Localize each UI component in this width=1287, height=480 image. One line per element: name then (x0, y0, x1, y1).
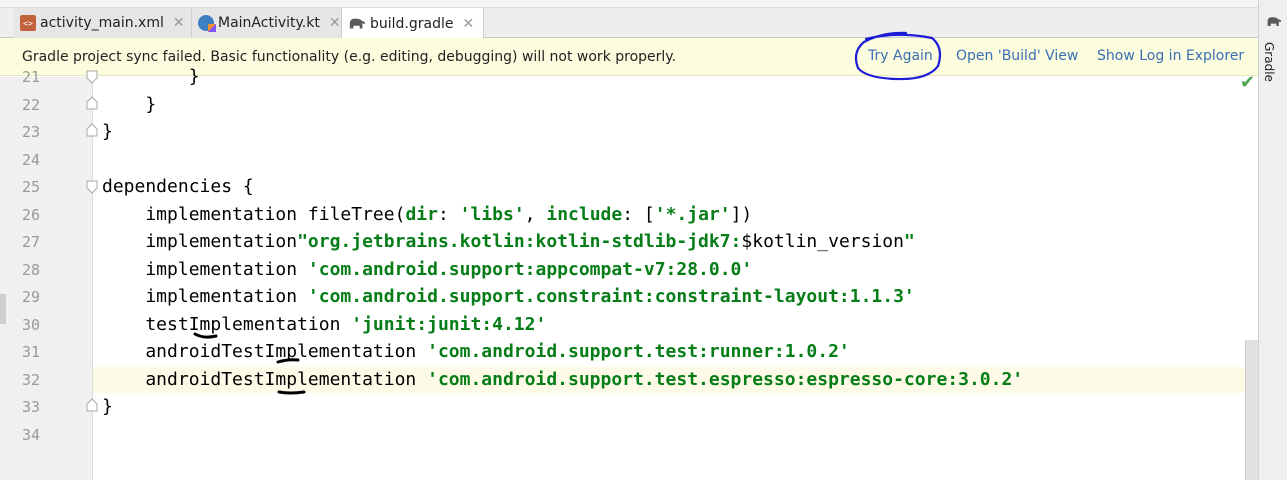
code-token-string: 'com.android.support.test.espresso:espre… (427, 369, 1024, 390)
line-number: 30 (21, 316, 40, 334)
code-token: implementation (102, 286, 308, 307)
code-token-param: include (546, 204, 623, 225)
xml-file-icon: <> (20, 15, 36, 31)
line-number: 34 (21, 426, 40, 444)
open-build-view-link[interactable]: Open 'Build' View (956, 48, 1078, 64)
tab-bar-top-strip (0, 0, 1258, 8)
code-token-string: 'libs' (459, 204, 525, 225)
code-token: implementation (102, 259, 308, 280)
code-token: , (524, 204, 547, 225)
code-line-29[interactable]: implementation 'com.android.support.cons… (102, 286, 915, 307)
code-token: $kotlin_version (741, 231, 904, 252)
code-line-30[interactable]: testImplementation 'junit:junit:4.12' (102, 314, 546, 335)
code-token: testImplementation (102, 314, 352, 335)
code-token: implementation fileTree( (102, 204, 406, 225)
code-token: androidTestImplementation (102, 341, 428, 362)
line-number: 33 (21, 398, 40, 416)
fold-start-marker-icon[interactable] (85, 180, 99, 194)
tab-label: MainActivity.kt (218, 15, 320, 31)
code-token-string: '*.jar' (654, 204, 731, 225)
line-number: 26 (21, 206, 40, 224)
line-number: 24 (21, 151, 40, 169)
code-line-28[interactable]: implementation 'com.android.support:appc… (102, 259, 752, 280)
code-token-string: 'com.android.support.test:runner:1.0.2' (427, 341, 850, 362)
tab-mainactivity-kt[interactable]: MainActivity.kt ✕ (192, 8, 342, 38)
code-line-33[interactable]: } (102, 396, 113, 417)
code-token: androidTestImplementation (102, 369, 428, 390)
tab-activity-main-xml[interactable]: <> activity_main.xml ✕ (14, 8, 192, 38)
line-number: 25 (21, 178, 40, 196)
code-line-23[interactable]: } (102, 121, 113, 142)
code-token: implementation (102, 231, 298, 252)
code-token-string: "org.jetbrains.kotlin:kotlin-stdlib-jdk7… (297, 231, 742, 252)
fold-end-marker-icon[interactable] (85, 96, 99, 110)
code-token: : (437, 204, 460, 225)
fold-end-marker-icon[interactable] (85, 70, 99, 84)
tab-build-gradle[interactable]: build.gradle ✕ (342, 8, 484, 39)
code-token-param: dir (405, 204, 438, 225)
close-icon[interactable]: ✕ (329, 15, 341, 31)
code-line-31[interactable]: androidTestImplementation 'com.android.s… (102, 341, 850, 362)
inspection-ok-check-icon: ✔ (1240, 72, 1256, 93)
line-number: 28 (21, 261, 40, 279)
gradle-tool-window-button[interactable]: Gradle (1262, 42, 1276, 82)
gradle-elephant-icon (1267, 17, 1282, 26)
left-scroll-indicator (0, 294, 6, 324)
tab-label: activity_main.xml (40, 15, 164, 31)
code-line-26[interactable]: implementation fileTree(dir: 'libs', inc… (102, 204, 752, 225)
line-number: 22 (21, 96, 40, 114)
code-token-string: 'com.android.support.constraint:constrai… (307, 286, 915, 307)
code-line-22[interactable]: } (102, 94, 156, 115)
code-line-27[interactable]: implementation"org.jetbrains.kotlin:kotl… (102, 231, 915, 252)
close-icon[interactable]: ✕ (173, 15, 185, 31)
code-line-25[interactable]: dependencies { (102, 176, 254, 197)
show-log-in-explorer-link[interactable]: Show Log in Explorer (1097, 48, 1244, 64)
editor-tab-bar: <> activity_main.xml ✕ MainActivity.kt ✕… (0, 0, 1258, 39)
line-number: 29 (21, 288, 40, 306)
code-token-string: " (903, 231, 915, 252)
fold-end-marker-icon[interactable] (85, 123, 99, 137)
line-number: 21 (21, 68, 40, 86)
code-token-string: 'junit:junit:4.12' (351, 314, 547, 335)
kotlin-file-icon (198, 15, 216, 32)
gradle-elephant-icon (349, 18, 366, 28)
code-token: : [ (622, 204, 655, 225)
code-token: ]) (730, 204, 753, 225)
sync-failed-message: Gradle project sync failed. Basic functi… (22, 49, 677, 65)
line-number: 23 (21, 123, 40, 141)
tab-label: build.gradle (370, 15, 454, 32)
right-tool-strip: Gradle (1258, 0, 1287, 480)
fold-end-marker-icon[interactable] (85, 398, 99, 412)
vertical-scrollbar[interactable] (1245, 340, 1258, 480)
code-line-32[interactable]: androidTestImplementation 'com.android.s… (102, 369, 1023, 390)
line-number: 31 (21, 343, 40, 361)
code-token-string: 'com.android.support:appcompat-v7:28.0.0… (307, 259, 753, 280)
try-again-link[interactable]: Try Again (868, 48, 933, 64)
line-number: 32 (21, 371, 40, 389)
code-line-21[interactable]: } (102, 66, 200, 87)
close-icon[interactable]: ✕ (463, 16, 475, 32)
line-number: 27 (21, 233, 40, 251)
